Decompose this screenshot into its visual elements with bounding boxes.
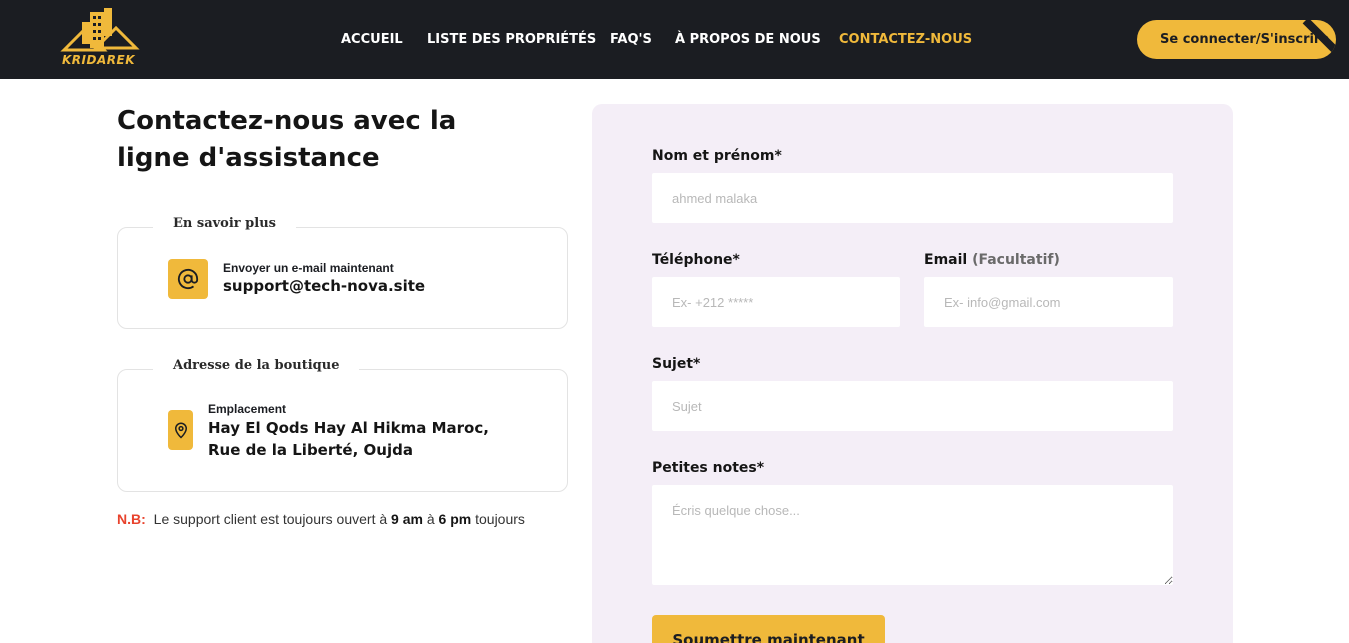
notes-label: Petites notes* xyxy=(652,460,765,476)
note-text-3: toujours xyxy=(475,511,525,527)
location-pin-icon xyxy=(168,410,193,450)
nav-item-liste-proprietes[interactable]: LISTE DES PROPRIÉTÉS xyxy=(427,32,596,47)
login-signup-label: Se connecter/S'inscrire xyxy=(1160,32,1330,47)
note-text-1: Le support client est toujours ouvert à xyxy=(153,511,388,527)
submit-button[interactable]: Soumettre maintenant xyxy=(652,615,885,643)
address-card-label: Emplacement xyxy=(208,402,287,416)
email-card-label: Envoyer un e-mail maintenant xyxy=(223,261,394,275)
nav-item-faqs[interactable]: FAQ'S xyxy=(610,32,652,47)
notes-textarea[interactable] xyxy=(652,485,1173,585)
nav-item-contactez-nous[interactable]: CONTACTEZ-NOUS xyxy=(839,32,972,47)
email-label-text: Email xyxy=(924,252,968,268)
email-card: En savoir plus Envoyer un e-mail mainten… xyxy=(117,216,568,329)
email-input[interactable] xyxy=(924,277,1173,327)
support-hours-note: N.B: Le support client est toujours ouve… xyxy=(117,511,525,527)
phone-label: Téléphone* xyxy=(652,252,740,268)
brand-name: KRIDAREK xyxy=(62,53,135,67)
note-end-time: 6 pm xyxy=(438,511,472,527)
phone-input[interactable] xyxy=(652,277,900,327)
support-email[interactable]: support@tech-nova.site xyxy=(223,275,425,297)
address-card-legend: Adresse de la boutique xyxy=(153,358,360,373)
email-card-legend: En savoir plus xyxy=(153,216,296,231)
address-card: Adresse de la boutique Emplacement Hay E… xyxy=(117,358,568,492)
address-line-1: Hay El Qods Hay Al Hikma Maroc, xyxy=(208,419,489,437)
email-optional-tag: (Facultatif) xyxy=(972,252,1060,268)
login-signup-button[interactable]: Se connecter/S'inscrire xyxy=(1137,20,1336,59)
address-line-2: Rue de la Liberté, Oujda xyxy=(208,441,413,459)
note-text-2: à xyxy=(426,511,435,527)
email-label: Email (Facultatif) xyxy=(924,252,1060,268)
subject-label: Sujet* xyxy=(652,356,701,372)
at-icon xyxy=(168,259,208,299)
subject-input[interactable] xyxy=(652,381,1173,431)
nav-item-accueil[interactable]: ACCUEIL xyxy=(341,32,403,47)
top-header: KRIDAREK ACCUEIL LISTE DES PROPRIÉTÉS FA… xyxy=(0,0,1349,79)
name-label: Nom et prénom* xyxy=(652,148,782,164)
note-prefix: N.B: xyxy=(117,511,146,527)
nav-item-a-propos[interactable]: À PROPOS DE NOUS xyxy=(675,32,821,47)
page-title: Contactez-nous avec la ligne d'assistanc… xyxy=(117,106,457,173)
note-start-time: 9 am xyxy=(391,511,423,527)
name-input[interactable] xyxy=(652,173,1173,223)
